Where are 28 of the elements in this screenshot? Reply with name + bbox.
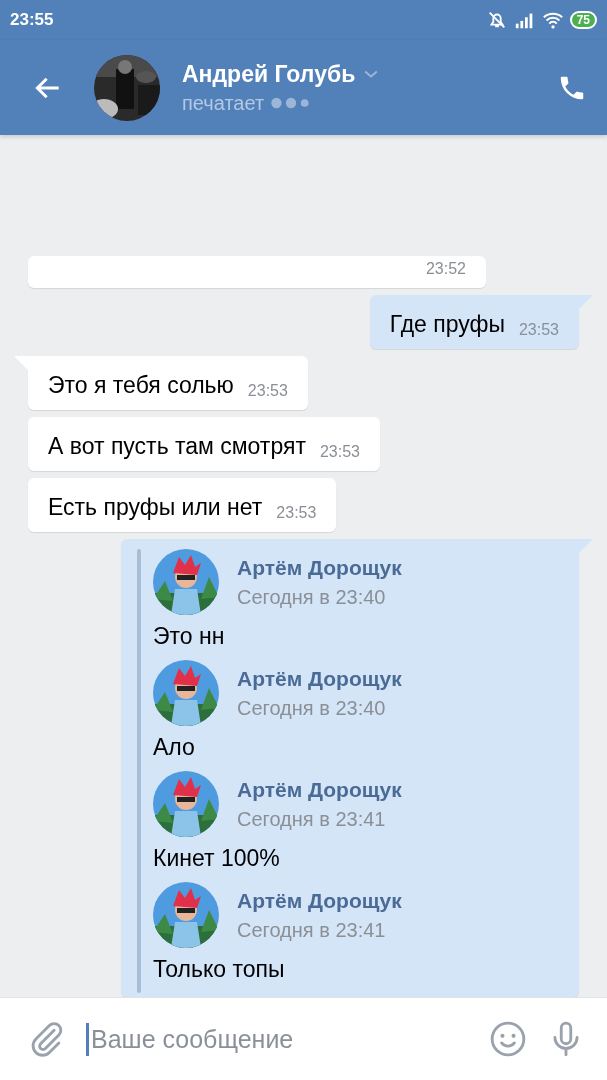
author-name[interactable]: Артём Дорощук xyxy=(237,777,402,802)
message-date: Сегодня в 23:41 xyxy=(237,918,387,942)
message-time: 23:53 xyxy=(518,321,559,339)
contact-name[interactable]: Андрей Голубь xyxy=(182,60,356,88)
message-time: 23:52 xyxy=(425,260,466,278)
message-time: 23:53 xyxy=(319,443,360,461)
message-text: Это нн xyxy=(153,623,226,650)
message-input[interactable]: Ваше сообщение xyxy=(86,1022,469,1056)
message-time: 23:53 xyxy=(276,504,317,522)
message-text: А вот пусть там смотрят xyxy=(48,432,306,461)
message-text: Только топы xyxy=(153,956,286,983)
message-composer[interactable]: Ваше сообщение xyxy=(0,997,607,1080)
battery-indicator: 75 xyxy=(569,11,597,29)
author-name[interactable]: Артём Дорощук xyxy=(237,555,402,580)
status-time: 23:55 xyxy=(10,10,54,30)
message-date: Сегодня в 23:41 xyxy=(237,807,387,831)
author-name[interactable]: Артём Дорощук xyxy=(237,666,402,691)
message-text: Это я тебя солью xyxy=(48,371,234,400)
message-text: Кинет 100% xyxy=(153,845,281,872)
message-text: Есть пруфы или нет xyxy=(48,493,263,522)
message-date: Сегодня в 23:40 xyxy=(237,696,387,720)
typing-status: печатает xyxy=(182,91,265,115)
smiley-icon[interactable] xyxy=(489,1020,527,1058)
message-text: Где пруфы xyxy=(389,310,505,339)
message-text: Ало xyxy=(153,734,196,761)
message-date: Сегодня в 23:40 xyxy=(237,585,387,609)
message-time: 23:53 xyxy=(247,382,288,400)
author-name[interactable]: Артём Дорощук xyxy=(237,888,402,913)
